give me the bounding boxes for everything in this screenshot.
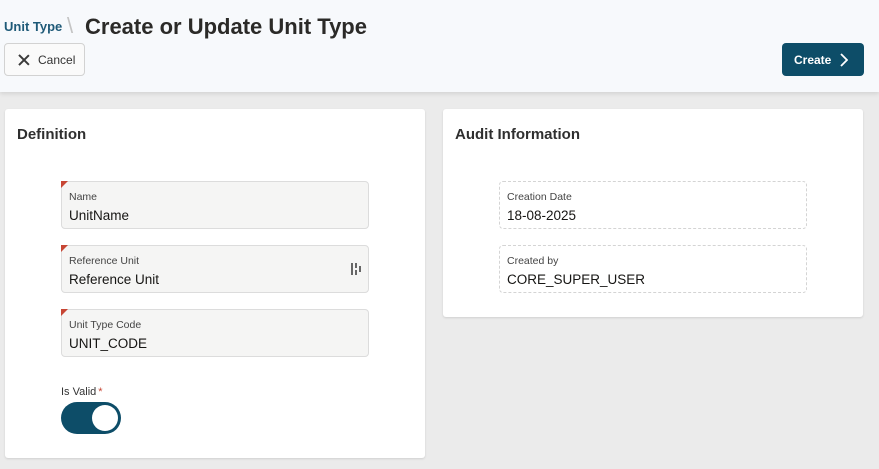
definition-title: Definition [17,126,87,143]
page-title: Create or Update Unit Type [85,14,367,39]
name-field[interactable]: Name UnitName [61,181,369,229]
is-valid-toggle[interactable] [61,402,121,434]
created-by-label: Created by [507,255,559,267]
breadcrumb-unit-type[interactable]: Unit Type [4,19,62,34]
unit-type-code-label: Unit Type Code [69,319,142,331]
create-button[interactable]: Create [782,43,864,76]
creation-date-label: Creation Date [507,191,572,203]
creation-date-value: 18-08-2025 [507,208,577,223]
creation-date-field: Creation Date 18-08-2025 [499,181,807,229]
reference-unit-field[interactable]: Reference Unit Reference Unit [61,245,369,293]
cancel-button-label: Cancel [38,52,76,67]
name-label: Name [69,191,98,203]
created-by-field: Created by CORE_SUPER_USER [499,245,807,293]
unit-type-code-field[interactable]: Unit Type Code UNIT_CODE [61,309,369,357]
is-valid-label: Is Valid * [61,386,103,398]
unit-type-code-input[interactable]: UNIT_CODE [69,336,147,351]
reference-unit-input[interactable]: Reference Unit [69,272,159,287]
breadcrumb-separator: \ [67,13,74,38]
chevron-right-icon [840,52,849,67]
lookup-icon[interactable] [350,262,362,281]
create-button-label: Create [794,52,832,67]
created-by-value: CORE_SUPER_USER [507,272,646,287]
close-icon [18,54,30,66]
audit-title: Audit Information [455,126,580,143]
toggle-knob [92,405,118,431]
page-header: Unit Type \ Create or Update Unit Type C… [0,0,879,92]
cancel-button[interactable]: Cancel [4,43,85,76]
name-input[interactable]: UnitName [69,208,129,223]
required-star: * [98,386,103,398]
reference-unit-label: Reference Unit [69,255,140,267]
is-valid-label-text: Is Valid [61,386,97,398]
